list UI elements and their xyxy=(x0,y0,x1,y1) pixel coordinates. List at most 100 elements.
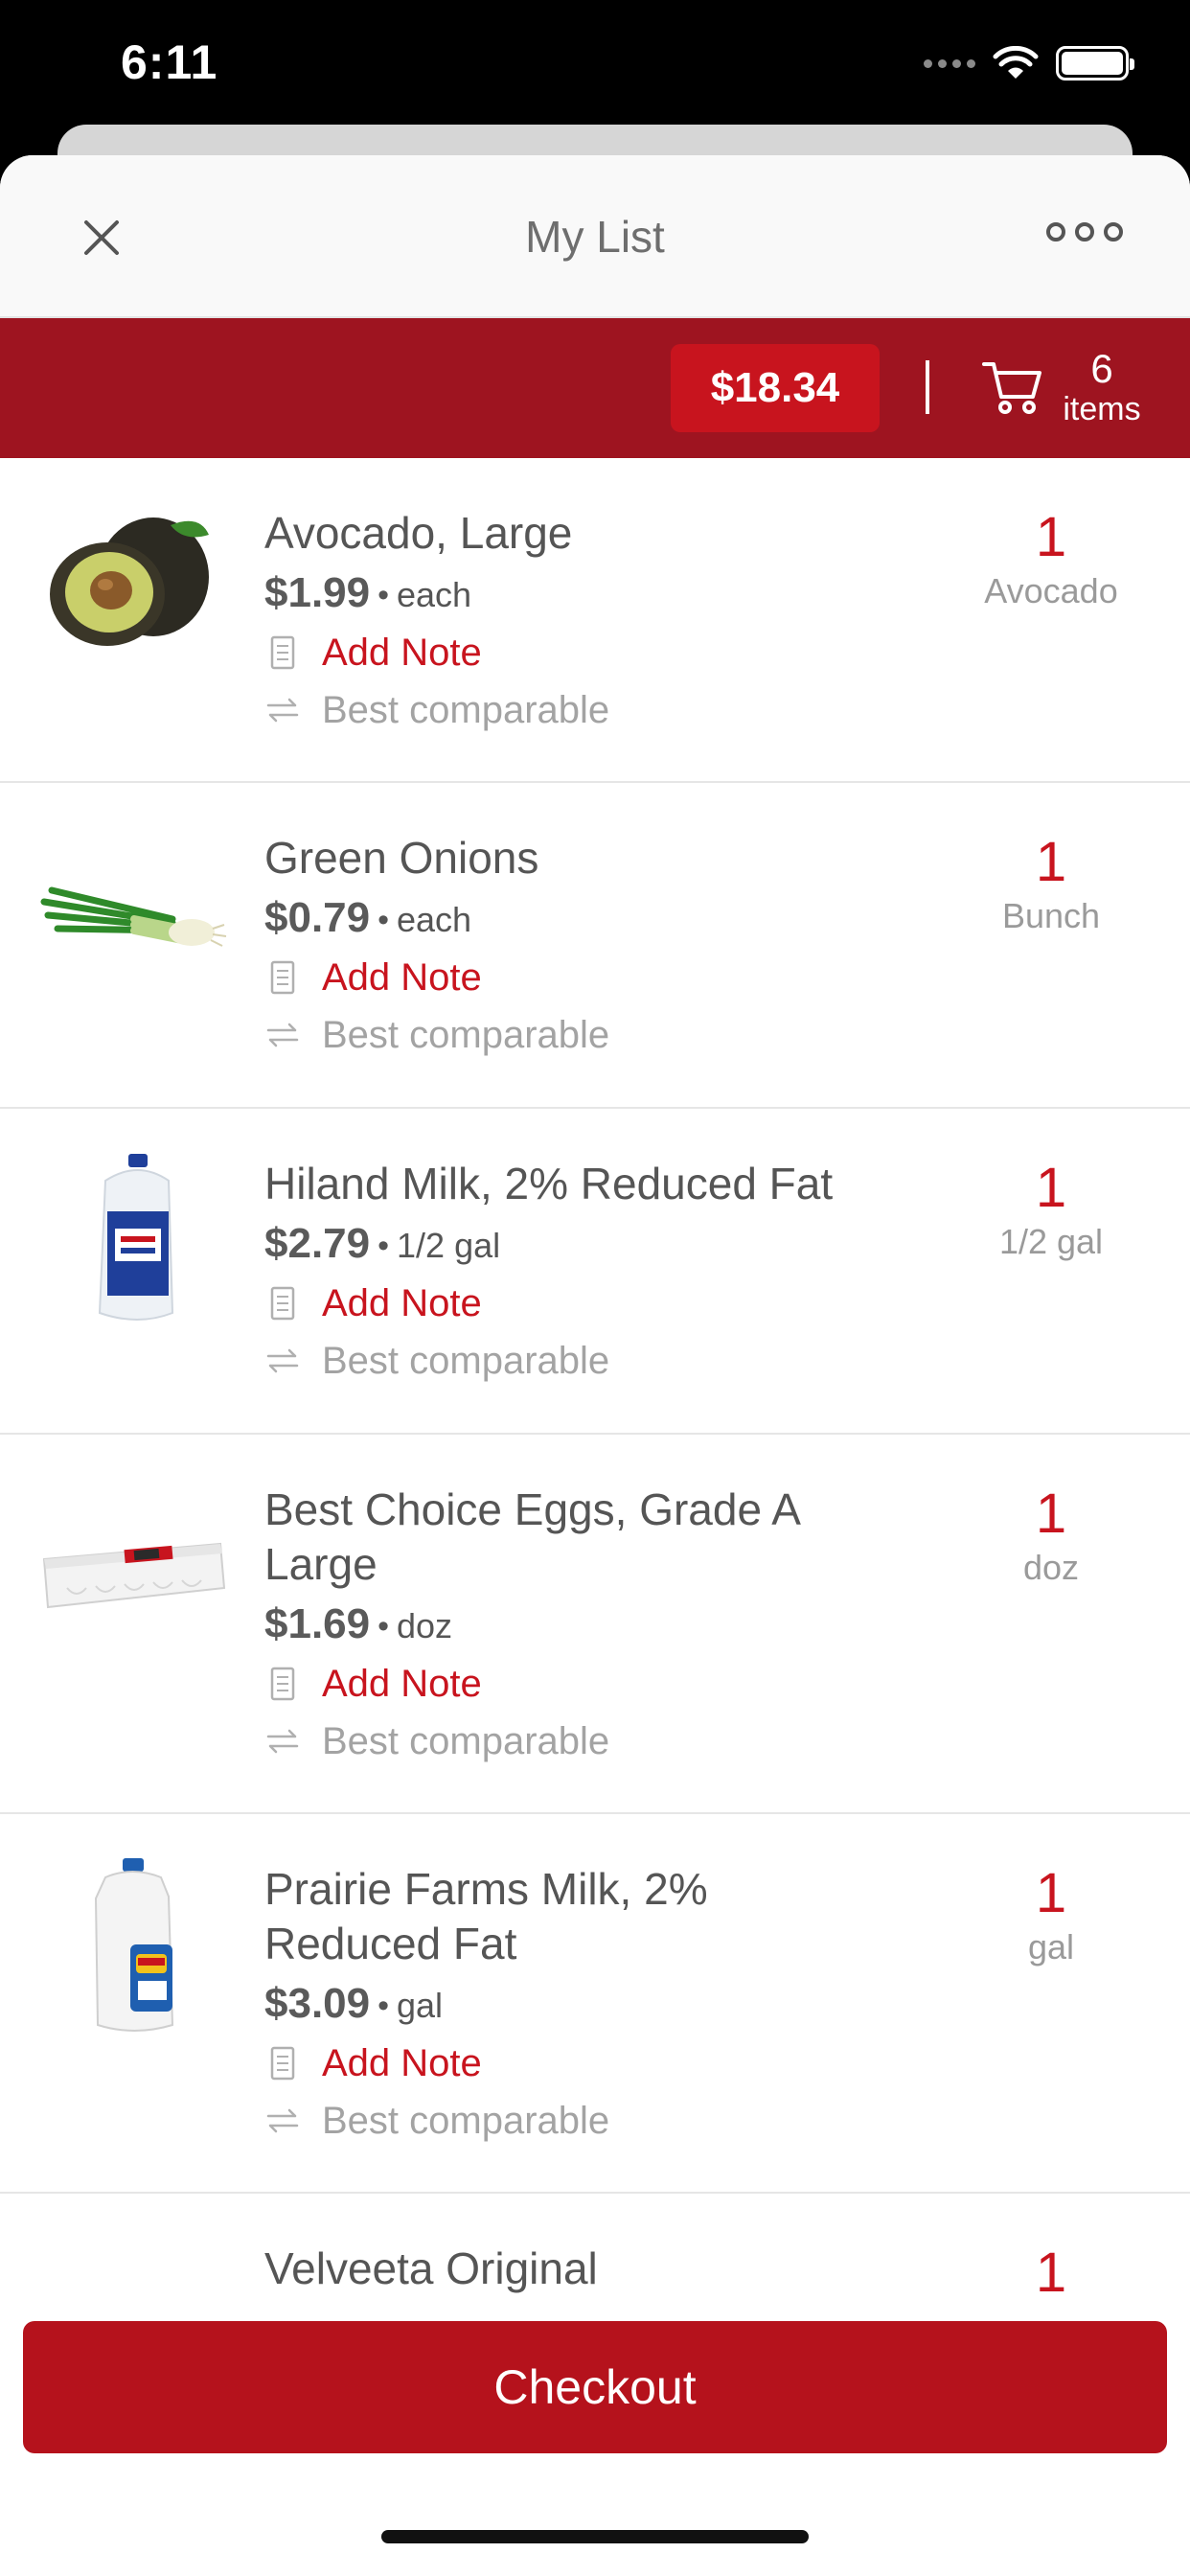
item-price-line: $2.79 • 1/2 gal xyxy=(264,1215,878,1275)
quantity-number: 1 xyxy=(1035,1862,1067,1924)
quantity[interactable]: 1 Avocado xyxy=(950,506,1152,613)
status-time: 6:11 xyxy=(121,35,218,89)
list-item[interactable]: Hiland Milk, 2% Reduced Fat $2.79 • 1/2 ga… xyxy=(0,1109,1190,1435)
item-count-number: 6 xyxy=(1090,346,1113,391)
item-info: Hiland Milk, 2% Reduced Fat $2.79 • 1/2 ga… xyxy=(264,1157,878,1390)
separator-dot: • xyxy=(378,1988,390,2025)
list-item[interactable]: Avocado, Large $1.99 • each Add Note Best … xyxy=(0,458,1190,783)
page-title: My List xyxy=(525,212,665,262)
item-info: Green Onions $0.79 • each Add Note Best co… xyxy=(264,831,878,1064)
item-price: $1.99 xyxy=(264,569,371,616)
add-note-row[interactable]: Add Note xyxy=(264,1655,878,1713)
item-unit: gal xyxy=(397,1986,444,2025)
item-name: Hiland Milk, 2% Reduced Fat xyxy=(264,1159,834,1208)
add-note-row[interactable]: Add Note xyxy=(264,1275,878,1332)
quantity-number: 1 xyxy=(1035,506,1067,568)
item-name: Velveeta Original xyxy=(264,2243,598,2293)
separator-dot: • xyxy=(378,902,390,939)
product-image-eggs xyxy=(42,1542,226,1609)
item-price-line: $0.79 • each xyxy=(264,889,878,949)
best-comparable-label: Best comparable xyxy=(322,1013,610,1056)
best-comparable-row[interactable]: Best comparable xyxy=(264,2092,878,2150)
item-name: Prairie Farms Milk, 2% Reduced Fat xyxy=(264,1864,708,1968)
note-icon xyxy=(270,2047,295,2081)
summary-divider xyxy=(926,360,929,414)
quantity[interactable]: 1 doz xyxy=(950,1483,1152,1590)
product-image-avocado xyxy=(50,518,209,646)
best-comparable-label: Best comparable xyxy=(322,1719,610,1762)
quantity-unit: gal xyxy=(1027,1927,1075,1966)
status-icons xyxy=(924,42,1134,84)
note-icon xyxy=(270,1287,295,1321)
add-note-link[interactable]: Add Note xyxy=(322,1663,482,1706)
swap-icon xyxy=(266,2109,299,2133)
swap-icon xyxy=(266,1024,299,1047)
separator-dot: • xyxy=(378,577,390,614)
quantity-unit: doz xyxy=(1022,1548,1080,1587)
quantity[interactable]: 1 1/2 gal xyxy=(950,1157,1152,1264)
checkout-button[interactable]: Checkout xyxy=(23,2321,1167,2453)
status-bar: 6:11 xyxy=(0,0,1190,125)
add-note-link[interactable]: Add Note xyxy=(322,632,482,675)
total-badge: $18.34 xyxy=(671,344,880,432)
quantity[interactable]: 1 gal xyxy=(950,1862,1152,1969)
add-note-row[interactable]: Add Note xyxy=(264,949,878,1006)
shopping-list: Avocado, Large $1.99 • each Add Note Best … xyxy=(0,458,1190,2481)
separator-dot: • xyxy=(378,1228,390,1265)
more-icon[interactable] xyxy=(1046,222,1123,242)
nav-bar: My List xyxy=(0,155,1190,318)
best-comparable-row[interactable]: Best comparable xyxy=(264,1713,878,1770)
item-name: Best Choice Eggs, Grade A Large xyxy=(264,1484,799,1589)
item-unit: each xyxy=(397,575,472,614)
best-comparable-row[interactable]: Best comparable xyxy=(264,1006,878,1064)
quantity-unit: 1/2 gal xyxy=(998,1222,1104,1261)
note-icon xyxy=(270,1668,295,1701)
quantity[interactable]: 1 Bunch xyxy=(950,831,1152,938)
best-comparable-row[interactable]: Best comparable xyxy=(264,681,878,739)
swap-icon xyxy=(266,1349,299,1373)
note-icon xyxy=(270,961,295,995)
note-icon xyxy=(270,636,295,670)
item-unit: doz xyxy=(397,1606,453,1645)
separator-dot: • xyxy=(378,1608,390,1645)
screen: 6:11 My List $18.34 6 items Avocado, Lar… xyxy=(0,0,1190,2576)
item-price-line: $3.09 • gal xyxy=(264,1975,878,2035)
item-price-line: $1.99 • each xyxy=(264,564,878,624)
checkout-bar: Checkout xyxy=(0,2296,1190,2576)
item-price: $0.79 xyxy=(264,894,371,941)
item-info: Best Choice Eggs, Grade A Large $1.69 • do… xyxy=(264,1483,878,1770)
swap-icon xyxy=(266,1730,299,1754)
best-comparable-row[interactable]: Best comparable xyxy=(264,1332,878,1390)
add-note-link[interactable]: Add Note xyxy=(322,1282,482,1325)
best-comparable-label: Best comparable xyxy=(322,1339,610,1382)
summary-bar: $18.34 6 items xyxy=(0,318,1190,458)
home-indicator[interactable] xyxy=(381,2530,809,2543)
add-note-link[interactable]: Add Note xyxy=(322,956,482,1000)
add-note-row[interactable]: Add Note xyxy=(264,2035,878,2092)
item-price-line: $1.69 • doz xyxy=(264,1596,878,1655)
cart-icon[interactable] xyxy=(981,356,1044,416)
item-info: Avocado, Large $1.99 • each Add Note Best … xyxy=(264,506,878,739)
wifi-icon xyxy=(993,46,1039,79)
item-name: Green Onions xyxy=(264,833,539,883)
add-note-row[interactable]: Add Note xyxy=(264,624,878,681)
battery-icon xyxy=(1056,46,1134,80)
list-item[interactable]: Prairie Farms Milk, 2% Reduced Fat $3.09… xyxy=(0,1814,1190,2194)
list-sheet: My List $18.34 6 items Avocado, Large $1… xyxy=(0,155,1190,2576)
item-info: Velveeta Original xyxy=(264,2242,878,2296)
quantity-number: 1 xyxy=(1035,1483,1067,1545)
item-count: 6 items xyxy=(1062,346,1142,428)
item-unit: 1/2 gal xyxy=(397,1226,501,1265)
list-item[interactable]: Green Onions $0.79 • each Add Note Best co… xyxy=(0,783,1190,1109)
best-comparable-label: Best comparable xyxy=(322,2099,610,2142)
best-comparable-label: Best comparable xyxy=(322,688,610,731)
item-price: $3.09 xyxy=(264,1980,371,2027)
quantity-number: 1 xyxy=(1035,831,1067,893)
product-image-prairie-farms-milk xyxy=(94,1858,174,2032)
item-unit: each xyxy=(397,900,472,939)
list-item[interactable]: Best Choice Eggs, Grade A Large $1.69 • do… xyxy=(0,1435,1190,1814)
product-image-green-onions xyxy=(40,886,227,947)
quantity-unit: Avocado xyxy=(984,571,1118,610)
add-note-link[interactable]: Add Note xyxy=(322,2042,482,2085)
swap-icon xyxy=(266,699,299,723)
